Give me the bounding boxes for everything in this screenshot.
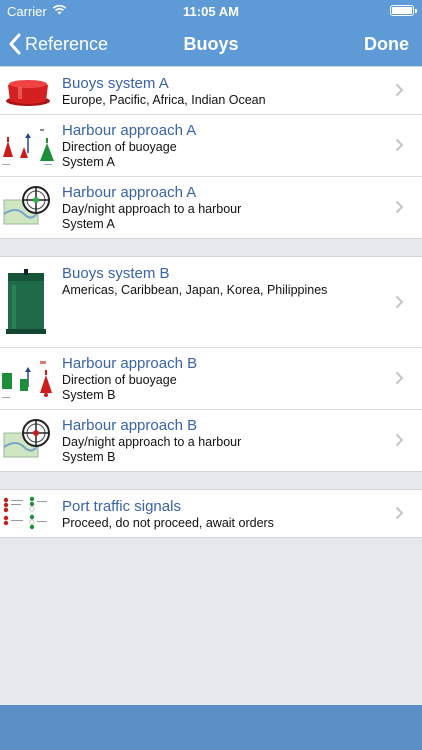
status-bar: Carrier 11:05 AM [0, 0, 422, 22]
list-item-harbour-approach-b-daynight[interactable]: Harbour approach B Day/night approach to… [0, 409, 422, 471]
row-subtitle: Europe, Pacific, Africa, Indian Ocean [62, 93, 266, 107]
row-title: Harbour approach B [62, 417, 198, 434]
row-subtitle: Direction of buoyage [62, 140, 177, 154]
row-subtitle: Proceed, do not proceed, await orders [62, 516, 274, 530]
top-bar: Carrier 11:05 AM Reference Buoys Done [0, 0, 422, 68]
chevron-right-icon [395, 138, 404, 152]
chevron-right-icon [395, 295, 404, 309]
buoyage-direction-icon [2, 129, 54, 165]
row-title: Buoys system B [62, 265, 170, 282]
list-item-harbour-approach-a-direction[interactable]: Harbour approach A Direction of buoyage … [0, 114, 422, 176]
back-button[interactable]: Reference [8, 30, 108, 58]
list-item-buoys-system-b[interactable]: Buoys system B Americas, Caribbean, Japa… [0, 257, 422, 347]
row-title: Harbour approach A [62, 122, 197, 139]
row-subtitle: System B [62, 450, 116, 464]
red-buoy-icon [6, 80, 50, 106]
battery-icon [390, 5, 417, 16]
buoyage-direction-icon [2, 361, 52, 398]
chevron-right-icon [395, 371, 404, 385]
row-title: Port traffic signals [62, 498, 181, 515]
section-system-a: Buoys system A Europe, Pacific, Africa, … [0, 66, 422, 239]
row-title: Harbour approach A [62, 184, 197, 201]
row-subtitle: System A [62, 217, 115, 231]
chevron-right-icon [395, 200, 404, 214]
row-subtitle: System B [62, 388, 116, 402]
clock-time: 11:05 AM [183, 4, 239, 19]
section-port-signals: Port traffic signals Proceed, do not pro… [0, 489, 422, 538]
row-subtitle: Direction of buoyage [62, 373, 177, 387]
section-system-b: Buoys system B Americas, Caribbean, Japa… [0, 256, 422, 472]
row-subtitle: Day/night approach to a harbour [62, 202, 242, 216]
row-subtitle: Americas, Caribbean, Japan, Korea, Phili… [62, 283, 328, 297]
list-item-buoys-system-a[interactable]: Buoys system A Europe, Pacific, Africa, … [0, 67, 422, 114]
traffic-signals-icon [3, 496, 47, 530]
green-buoy-icon [6, 269, 46, 334]
row-title: Harbour approach B [62, 355, 198, 372]
chevron-right-icon [395, 506, 404, 520]
navigation-bar: Reference Buoys Done [0, 22, 422, 66]
bottom-toolbar [0, 705, 422, 750]
harbour-chart-compass-icon [3, 186, 50, 225]
harbour-chart-compass-icon [3, 419, 50, 458]
back-button-label: Reference [25, 33, 109, 54]
chevron-left-icon [9, 33, 21, 55]
chevron-right-icon [395, 433, 404, 447]
list-item-port-traffic-signals[interactable]: Port traffic signals Proceed, do not pro… [0, 490, 422, 537]
row-subtitle: System A [62, 155, 115, 169]
row-subtitle: Day/night approach to a harbour [62, 435, 242, 449]
chevron-right-icon [395, 83, 404, 97]
row-title: Buoys system A [62, 75, 169, 92]
list-item-harbour-approach-a-daynight[interactable]: Harbour approach A Day/night approach to… [0, 176, 422, 238]
list-item-harbour-approach-b-direction[interactable]: Harbour approach B Direction of buoyage … [0, 347, 422, 409]
done-button[interactable]: Done [364, 34, 409, 55]
